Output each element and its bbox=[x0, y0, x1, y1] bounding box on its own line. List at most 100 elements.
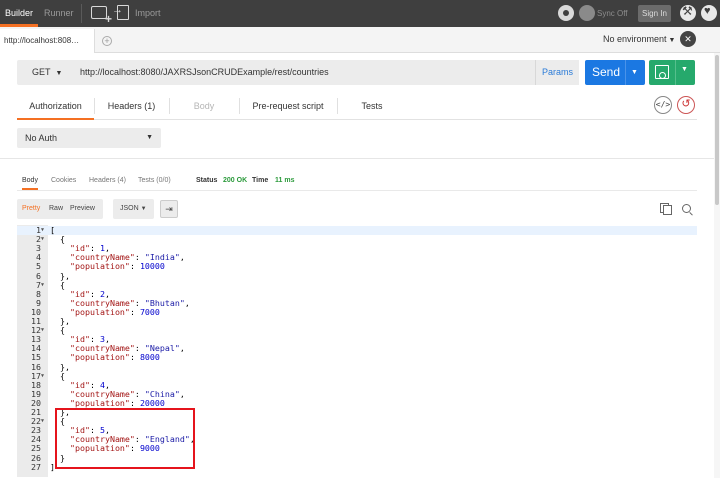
environment-quick-look-icon[interactable]: ✕ bbox=[680, 31, 696, 47]
copy-icon[interactable] bbox=[660, 203, 672, 215]
format-select[interactable]: JSON ▼ bbox=[113, 199, 154, 219]
code-line: 21 }, bbox=[17, 407, 697, 417]
response-tab-headers[interactable]: Headers (4) bbox=[89, 174, 126, 190]
vertical-scrollbar[interactable] bbox=[714, 53, 720, 478]
search-icon[interactable] bbox=[682, 204, 691, 213]
fold-toggle-icon[interactable]: ▼ bbox=[41, 417, 47, 426]
tab-authorization[interactable]: Authorization bbox=[17, 92, 95, 120]
response-tab-cookies[interactable]: Cookies bbox=[51, 174, 76, 190]
view-mode-group: Pretty Raw Preview bbox=[17, 199, 103, 219]
chevron-down-icon: ▼ bbox=[140, 206, 147, 212]
code-text: "population": 9000 bbox=[69, 443, 160, 454]
method-label: GET bbox=[32, 67, 51, 77]
chevron-down-icon: ▼ bbox=[668, 37, 676, 44]
tab-tests-label: Tests bbox=[361, 101, 383, 111]
code-line: 2 ▼ { bbox=[17, 234, 697, 244]
import-button[interactable]: Import bbox=[135, 0, 161, 27]
view-preview[interactable]: Preview bbox=[70, 199, 95, 219]
view-raw[interactable]: Raw bbox=[49, 199, 63, 219]
tab-headers-label: Headers (1) bbox=[107, 101, 156, 111]
request-tab-strip: http://localhost:808… + No environment ▼ … bbox=[0, 27, 720, 53]
code-line: 17 ▼ { bbox=[17, 371, 697, 381]
code-line: 1 ▼[ bbox=[17, 225, 697, 236]
runner-label: Runner bbox=[44, 8, 74, 18]
response-body-editor[interactable]: 1 ▼[2 ▼ {3 "id": 1, 4 "countryName": "India… bbox=[17, 225, 697, 477]
chevron-down-icon: ▼ bbox=[55, 70, 63, 77]
fold-toggle-icon[interactable]: ▼ bbox=[41, 326, 47, 335]
interceptor-icon[interactable] bbox=[558, 5, 574, 21]
response-tabs-divider bbox=[17, 190, 697, 191]
code-line: 10 "population": 7000 bbox=[17, 307, 697, 317]
sign-in-button[interactable]: Sign In bbox=[638, 5, 671, 22]
request-tab[interactable]: http://localhost:808… bbox=[0, 29, 95, 53]
save-button[interactable]: ▼ bbox=[649, 60, 695, 85]
view-pretty[interactable]: Pretty bbox=[22, 199, 40, 219]
code-line: 20 "population": 20000 bbox=[17, 398, 697, 408]
response-tab-body[interactable]: Body bbox=[22, 174, 38, 190]
chevron-down-icon[interactable]: ▼ bbox=[681, 66, 688, 73]
builder-label: Builder bbox=[5, 8, 34, 18]
response-tab-tests[interactable]: Tests (0/0) bbox=[138, 174, 171, 190]
save-icon bbox=[655, 65, 669, 79]
code-line: 12 ▼ { bbox=[17, 325, 697, 335]
new-window-icon[interactable] bbox=[91, 6, 112, 26]
sync-status: Sync Off bbox=[597, 9, 628, 18]
top-bar: Builder Runner Import Sync Off Sign In bbox=[0, 0, 720, 27]
code-line: 22 ▼ { bbox=[17, 416, 697, 426]
code-line: 5 "population": 10000 bbox=[17, 262, 697, 271]
send-divider bbox=[625, 60, 626, 85]
section-divider bbox=[0, 158, 720, 159]
fold-toggle-icon[interactable]: ▼ bbox=[41, 235, 47, 244]
code-line: 16 }, bbox=[17, 362, 697, 372]
runner-tab[interactable]: Runner bbox=[44, 0, 74, 27]
tab-headers[interactable]: Headers (1) bbox=[94, 92, 170, 120]
save-divider bbox=[675, 60, 676, 85]
fold-toggle-icon[interactable]: ▼ bbox=[41, 226, 47, 235]
params-button[interactable]: Params bbox=[535, 60, 579, 85]
tab-pre-request-script[interactable]: Pre-request script bbox=[239, 92, 338, 120]
status-label: Status bbox=[196, 177, 218, 184]
code-line: 26 } bbox=[17, 453, 697, 463]
fold-toggle-icon[interactable]: ▼ bbox=[41, 372, 47, 381]
line-number: 27 bbox=[31, 461, 41, 472]
chevron-down-icon[interactable]: ▼ bbox=[631, 60, 638, 85]
send-label: Send bbox=[592, 65, 621, 79]
import-icon[interactable] bbox=[112, 4, 129, 20]
tab-pre-request-label: Pre-request script bbox=[252, 101, 324, 111]
code-line: 6 }, bbox=[17, 271, 697, 281]
settings-icon[interactable] bbox=[680, 4, 696, 21]
time-label: Time bbox=[252, 177, 269, 184]
code-line: 7 ▼ { bbox=[17, 280, 697, 290]
generate-code-icon[interactable]: </> bbox=[654, 96, 672, 114]
scrollbar-thumb[interactable] bbox=[715, 55, 719, 205]
format-label: JSON bbox=[120, 205, 139, 212]
add-tab-icon[interactable]: + bbox=[102, 36, 112, 46]
environment-label: No environment bbox=[603, 34, 667, 44]
environment-select[interactable]: No environment ▼ bbox=[603, 27, 675, 53]
request-tabs: Authorization Headers (1) Body Pre-reque… bbox=[17, 92, 697, 120]
code-line: 27] bbox=[17, 461, 697, 472]
tab-authorization-label: Authorization bbox=[29, 101, 82, 111]
time-value: 11 ms bbox=[275, 177, 295, 184]
method-select[interactable]: GET ▼ bbox=[17, 60, 70, 85]
tab-tests[interactable]: Tests bbox=[337, 92, 407, 120]
fold-toggle-icon[interactable]: ▼ bbox=[41, 281, 47, 290]
sync-icon[interactable] bbox=[579, 5, 595, 21]
code-text: ] bbox=[50, 461, 55, 472]
heart-icon[interactable] bbox=[701, 5, 717, 21]
auth-type-label: No Auth bbox=[25, 133, 58, 143]
topbar-divider bbox=[81, 4, 82, 23]
builder-tab[interactable]: Builder bbox=[0, 0, 38, 27]
wrap-lines-icon[interactable]: ⇥ bbox=[160, 200, 178, 218]
auth-type-select[interactable]: No Auth ▼ bbox=[17, 128, 161, 148]
code-line: 15 "population": 8000 bbox=[17, 353, 697, 362]
chevron-down-icon: ▼ bbox=[146, 134, 153, 141]
status-value: 200 OK bbox=[223, 177, 248, 184]
code-line: 11 }, bbox=[17, 316, 697, 326]
send-button[interactable]: Send ▼ bbox=[585, 60, 645, 85]
reset-icon[interactable]: ↺ bbox=[677, 96, 695, 114]
tab-body[interactable]: Body bbox=[169, 92, 240, 120]
url-input[interactable]: http://localhost:8080/JAXRSJsonCRUDExamp… bbox=[70, 60, 535, 85]
tab-body-label: Body bbox=[193, 101, 215, 111]
code-line: 25 "population": 9000 bbox=[17, 444, 697, 453]
